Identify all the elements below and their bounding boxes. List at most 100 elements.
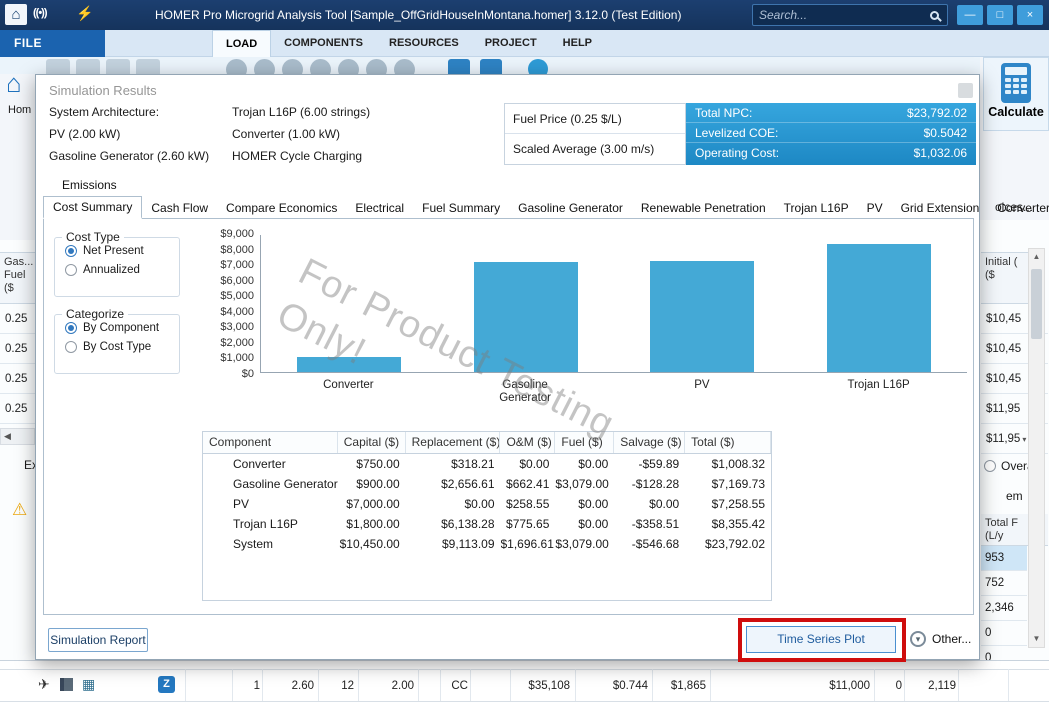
cost-type-label: Cost Type [62, 230, 124, 244]
x-label-slot: PV [614, 379, 791, 405]
toolbar-icon[interactable] [226, 59, 247, 74]
scrollbar-thumb[interactable] [1031, 269, 1042, 339]
radio-option-net-present[interactable]: Net Present [65, 245, 179, 257]
toolbar-icon[interactable] [394, 59, 415, 74]
table-cell: $10,450.00 [338, 534, 406, 554]
bar-slot [614, 261, 791, 372]
search-input[interactable] [759, 8, 930, 22]
table-row: PV$7,000.00$0.00$258.55$0.00$0.00$7,258.… [203, 494, 771, 514]
column-header-fuel-: Fuel ($) [555, 432, 614, 453]
radio-option-annualized[interactable]: Annualized [65, 264, 179, 276]
table-cell: System [203, 534, 338, 554]
results-tab-fuel-summary[interactable]: Fuel Summary [413, 198, 509, 218]
results-tab-cost-summary[interactable]: Cost Summary [43, 196, 142, 219]
grid-line [575, 669, 576, 701]
bg-header-line: Initial ( [985, 256, 1028, 269]
toolbar-icon[interactable] [528, 59, 548, 74]
bar-gasoline-generator [474, 262, 578, 372]
radio-option-by-component[interactable]: By Component [65, 322, 179, 334]
maximize-button[interactable]: □ [987, 5, 1013, 25]
results-tab-electrical[interactable]: Electrical [346, 198, 413, 218]
table-cell: PV [203, 494, 338, 514]
other-button[interactable]: Other... [932, 632, 971, 646]
radio-option-by-cost-type[interactable]: By Cost Type [65, 341, 179, 353]
fuel-cell: 953 [981, 546, 1027, 571]
toolbar-icon[interactable] [136, 59, 160, 74]
bar-trojan-l16p [827, 244, 931, 372]
bg-header-line: Gas... [4, 256, 35, 269]
bg-header-line: Fuel ($ [4, 269, 35, 295]
home-icon[interactable]: ⌂ [6, 68, 22, 99]
vertical-scrollbar[interactable]: ▲ ▼ [1028, 248, 1045, 648]
bg-bottom-cell: 2,119 [910, 673, 956, 699]
results-tab-converter[interactable]: Converter [988, 198, 1049, 218]
bg-cell: 0.25 [0, 334, 35, 364]
radio-label: Net Present [83, 245, 144, 257]
radio-dot [984, 460, 996, 472]
radio-dot [65, 322, 77, 334]
bar-slot [438, 262, 615, 372]
toolbar-icon[interactable] [254, 59, 275, 74]
calculate-panel[interactable]: Calculate [983, 57, 1049, 131]
results-tab-pv[interactable]: PV [858, 198, 892, 218]
scroll-up-icon[interactable]: ▲ [1029, 249, 1044, 265]
menu-tab-project[interactable]: PROJECT [472, 30, 550, 57]
menu-tab-resources[interactable]: RESOURCES [376, 30, 472, 57]
toolbar-icon[interactable] [282, 59, 303, 74]
table-cell: Converter [203, 454, 338, 474]
bar-pv [650, 261, 754, 372]
radio-label: By Cost Type [83, 341, 151, 353]
results-tab-renewable-penetration[interactable]: Renewable Penetration [632, 198, 775, 218]
grid-line [440, 669, 441, 701]
toolbar-icon[interactable] [106, 59, 130, 74]
file-menu-button[interactable]: FILE [0, 30, 105, 57]
bg-bottom-cell: 2.60 [268, 673, 314, 699]
table-cell: -$358.51 [614, 514, 685, 534]
results-tab-grid-extension[interactable]: Grid Extension [892, 198, 989, 218]
toolbar-icon[interactable] [480, 59, 502, 74]
y-tick-label: $1,000 [220, 352, 254, 364]
time-series-plot-button[interactable]: Time Series Plot [746, 626, 896, 653]
table-cell: $900.00 [338, 474, 406, 494]
calculate-button[interactable]: Calculate [984, 105, 1048, 119]
horizontal-scrollbar-left[interactable]: ◀ [0, 428, 35, 445]
radio-dot [65, 341, 77, 353]
dialog-button[interactable] [958, 83, 973, 98]
toolbar-icon[interactable] [366, 59, 387, 74]
architecture-item: PV (2.00 kW) [49, 127, 120, 141]
search-box[interactable] [752, 4, 948, 26]
menu-tab-load[interactable]: LOAD [212, 30, 271, 57]
cost-type-group: Cost Type Net PresentAnnualized [54, 237, 180, 297]
results-tab-compare-economics[interactable]: Compare Economics [217, 198, 346, 218]
cost-table: ComponentCapital ($)Replacement ($)O&M (… [202, 431, 772, 601]
toolbar-icon[interactable] [76, 59, 100, 74]
table-cell: $1,696.61 [501, 534, 556, 554]
results-tab-gasoline-generator[interactable]: Gasoline Generator [509, 198, 632, 218]
toolbar-icon[interactable] [448, 59, 470, 74]
scroll-down-icon[interactable]: ▼ [1029, 631, 1044, 647]
toolbar-icon[interactable] [310, 59, 331, 74]
summary-row: Total NPC:$23,792.02 [686, 103, 976, 123]
chevron-down-icon[interactable]: ▾ [910, 631, 926, 647]
simulation-report-button[interactable]: Simulation Report [48, 628, 148, 652]
fuel-column-values: 9537522,34600 [981, 546, 1027, 671]
close-button[interactable]: × [1017, 5, 1043, 25]
summary-value: $1,032.06 [914, 143, 967, 163]
summary-row: Operating Cost:$1,032.06 [686, 143, 976, 163]
results-tab-trojan-l16p[interactable]: Trojan L16P [775, 198, 858, 218]
table-cell: $0.00 [614, 494, 685, 514]
radio-label: By Component [83, 322, 159, 334]
toolbar-icon[interactable] [46, 59, 70, 74]
cost-table-body: Converter$750.00$318.21$0.00$0.00-$59.89… [203, 454, 771, 554]
minimize-button[interactable]: — [957, 5, 983, 25]
menu-tab-help[interactable]: HELP [550, 30, 605, 57]
summary-label: Levelized COE: [695, 123, 778, 142]
menu-tab-components[interactable]: COMPONENTS [271, 30, 376, 57]
results-tab-cash-flow[interactable]: Cash Flow [142, 198, 217, 218]
scroll-left-icon[interactable]: ◀ [4, 431, 11, 441]
lightning-icon: ⚡ [76, 5, 93, 22]
results-tab-emissions[interactable]: Emissions [52, 176, 127, 194]
chart-x-labels: ConverterGasoline GeneratorPVTrojan L16P [260, 379, 967, 405]
toolbar-icon[interactable] [338, 59, 359, 74]
search-icon[interactable] [930, 11, 939, 20]
